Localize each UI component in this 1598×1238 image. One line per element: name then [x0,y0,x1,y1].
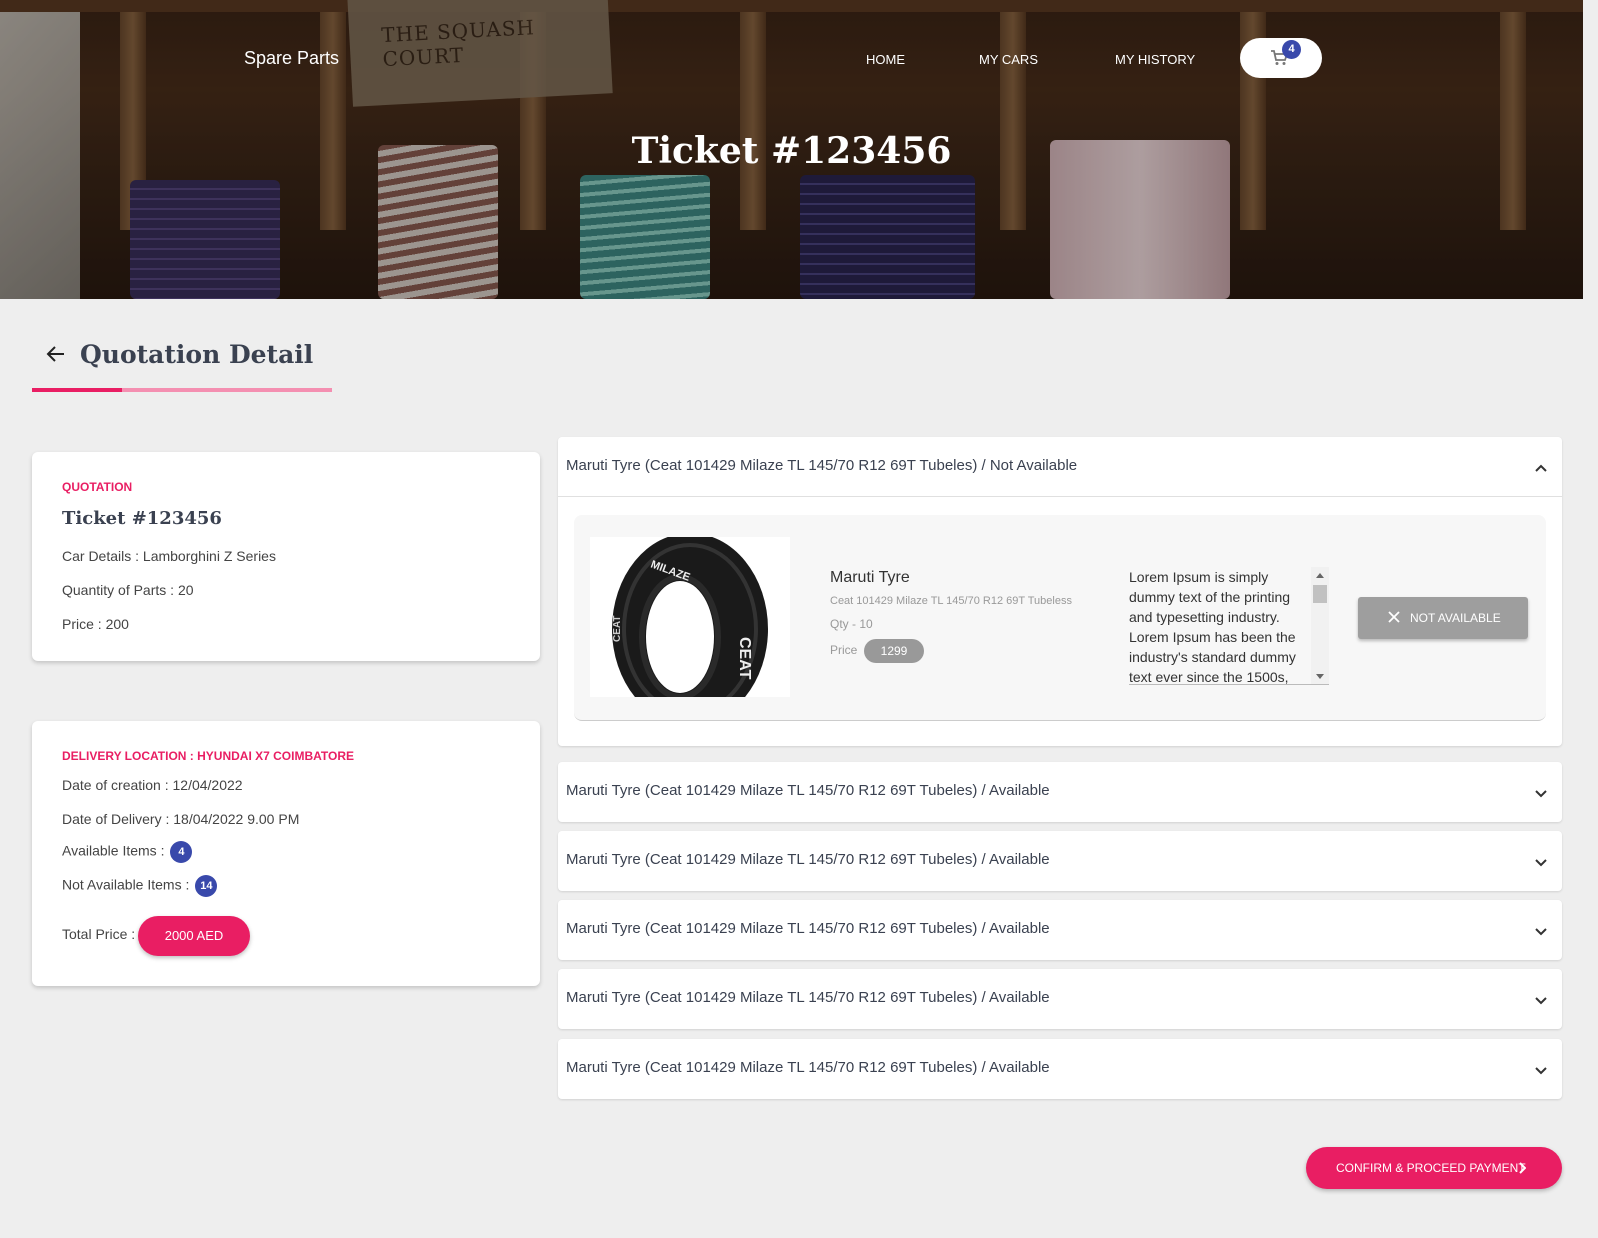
quotation-ticket: Ticket #123456 [62,508,222,529]
product-price-badge: 1299 [864,639,924,663]
accordion-header[interactable]: Maruti Tyre (Ceat 101429 Milaze TL 145/7… [558,969,1562,1029]
delivery-card: DELIVERY LOCATION : HYUNDAI X7 COIMBATOR… [32,721,540,986]
car-details: Car Details : Lamborghini Z Series [62,548,276,564]
quotation-label: QUOTATION [62,480,133,494]
accordion-item[interactable]: Maruti Tyre (Ceat 101429 Milaze TL 145/7… [558,969,1562,1029]
chevron-down-icon[interactable] [1534,993,1548,1007]
chevron-down-icon[interactable] [1534,786,1548,800]
not-available-label: NOT AVAILABLE [1410,611,1501,625]
total-price-badge: 2000 AED [138,916,250,956]
accordion-header[interactable]: Maruti Tyre (Ceat 101429 Milaze TL 145/7… [558,900,1562,960]
nav-home[interactable]: HOME [866,52,905,67]
delivery-location: DELIVERY LOCATION : HYUNDAI X7 COIMBATOR… [62,749,355,763]
confirm-payment-button[interactable]: CONFIRM & PROCEED PAYMENT [1306,1147,1562,1189]
available-items-badge: 4 [170,841,193,863]
product-notes-text: Lorem Ipsum is simply dummy text of the … [1129,569,1296,685]
accordion-header[interactable]: Maruti Tyre (Ceat 101429 Milaze TL 145/7… [558,831,1562,891]
date-of-delivery: Date of Delivery : 18/04/2022 9.00 PM [62,811,300,827]
title-underline [32,388,332,392]
product-description: Ceat 101429 Milaze TL 145/70 R12 69T Tub… [830,595,1072,607]
product-price-label: Price [830,643,858,657]
accordion-title: Maruti Tyre (Ceat 101429 Milaze TL 145/7… [566,920,1050,937]
quotation-price: Price : 200 [62,616,129,632]
chevron-down-icon[interactable] [1534,924,1548,938]
tyre-brand-text: CEAT [736,637,753,680]
brand-logo[interactable]: Spare Parts [244,48,339,69]
total-price-label: Total Price : [62,926,136,942]
chevron-down-icon[interactable] [1534,1063,1548,1077]
scroll-down-icon[interactable] [1316,674,1324,679]
accordion-item[interactable]: Maruti Tyre (Ceat 101429 Milaze TL 145/7… [558,762,1562,822]
accordion-title: Maruti Tyre (Ceat 101429 Milaze TL 145/7… [566,1059,1050,1076]
tyre-image: CEAT MILAZE CEAT [590,537,790,697]
product-quantity: Qty - 10 [830,617,873,631]
close-icon [1388,611,1400,623]
quotation-card: QUOTATION Ticket #123456 Car Details : L… [32,452,540,661]
scrollbar[interactable] [1311,567,1329,684]
title-underline-active [32,388,122,392]
nav-my-cars[interactable]: MY CARS [979,52,1038,67]
accordion-item[interactable]: Maruti Tyre (Ceat 101429 Milaze TL 145/7… [558,831,1562,891]
product-notes-scrollbox[interactable]: Lorem Ipsum is simply dummy text of the … [1129,567,1329,685]
accordion-title: Maruti Tyre (Ceat 101429 Milaze TL 145/7… [566,851,1050,868]
accordion-item[interactable]: Maruti Tyre (Ceat 101429 Milaze TL 145/7… [558,1039,1562,1099]
tyre-icon: CEAT MILAZE CEAT [612,537,768,697]
cart-count-badge: 4 [1282,40,1301,59]
not-available-items: Not Available Items : 14 [62,875,218,897]
scrollbar-thumb[interactable] [1313,585,1327,603]
scroll-up-icon[interactable] [1316,573,1324,578]
nav-my-history[interactable]: MY HISTORY [1115,52,1195,67]
accordion-header[interactable]: Maruti Tyre (Ceat 101429 Milaze TL 145/7… [558,437,1562,497]
accordion-header[interactable]: Maruti Tyre (Ceat 101429 Milaze TL 145/7… [558,762,1562,822]
hero-title: Ticket #123456 [631,130,952,172]
item-detail-panel: CEAT MILAZE CEAT Maruti Tyre Ceat 101429… [574,515,1546,721]
hero-banner: THE SQUASH COURT Spare Parts HOME MY CAR… [0,0,1583,299]
not-available-button[interactable]: NOT AVAILABLE [1358,597,1528,639]
quantity-of-parts: Quantity of Parts : 20 [62,582,194,598]
product-name: Maruti Tyre [830,569,910,586]
date-of-creation: Date of creation : 12/04/2022 [62,777,243,793]
accordion-header[interactable]: Maruti Tyre (Ceat 101429 Milaze TL 145/7… [558,1039,1562,1099]
accordion-title: Maruti Tyre (Ceat 101429 Milaze TL 145/7… [566,457,1078,474]
chevron-down-icon[interactable] [1534,855,1548,869]
accordion-item-expanded: Maruti Tyre (Ceat 101429 Milaze TL 145/7… [558,437,1562,746]
accordion-title: Maruti Tyre (Ceat 101429 Milaze TL 145/7… [566,989,1050,1006]
confirm-payment-label: CONFIRM & PROCEED PAYMENT [1336,1161,1526,1175]
chevron-up-icon[interactable] [1534,461,1548,475]
chevron-right-icon [1519,1162,1526,1174]
available-items-label: Available Items : [62,842,165,859]
page-title: Quotation Detail [80,340,314,369]
accordion-title: Maruti Tyre (Ceat 101429 Milaze TL 145/7… [566,782,1050,799]
accordion-item[interactable]: Maruti Tyre (Ceat 101429 Milaze TL 145/7… [558,900,1562,960]
available-items: Available Items : 4 [62,841,193,863]
cart-button[interactable]: 4 [1240,38,1322,78]
back-arrow-icon[interactable] [44,342,68,366]
not-available-items-badge: 14 [195,875,218,897]
not-available-items-label: Not Available Items : [62,876,190,893]
tyre-brand-side-text: CEAT [612,616,623,642]
